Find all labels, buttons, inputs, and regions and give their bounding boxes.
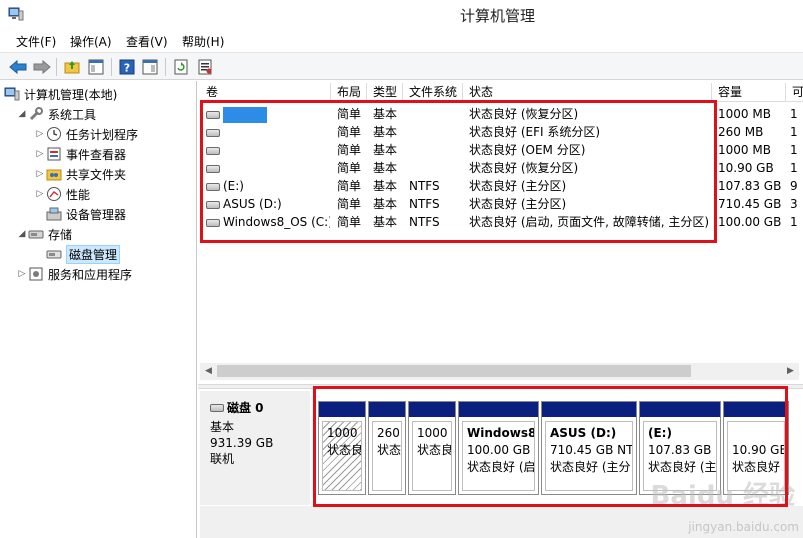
disk-management-icon: [46, 250, 62, 259]
help-icon[interactable]: ?: [117, 57, 137, 77]
disk-name: 磁盘 0: [227, 401, 264, 415]
collapsed-arrow-icon[interactable]: ▷: [16, 269, 28, 279]
storage-icon: [28, 230, 44, 239]
navigation-tree: 计算机管理(本地) ◢ 系统工具 ▷ 任务计划程序 ▷ 事件查看器 ▷ 共享文件…: [0, 81, 197, 538]
scroll-left-icon[interactable]: ◀: [200, 363, 217, 380]
collapsed-arrow-icon[interactable]: ▷: [34, 189, 46, 199]
system-tools-icon: [29, 107, 43, 121]
services-icon: [29, 267, 43, 281]
highlight-box-volumes: [200, 100, 717, 243]
expanded-arrow-icon[interactable]: ◢: [16, 229, 28, 239]
event-viewer-icon: [47, 147, 61, 161]
expanded-arrow-icon[interactable]: ◢: [16, 109, 28, 119]
tree-item-shared-folders[interactable]: ▷ 共享文件夹: [34, 164, 126, 184]
horizontal-scrollbar[interactable]: ◀ ▶: [200, 363, 799, 380]
tree-item-task-scheduler[interactable]: ▷ 任务计划程序: [34, 124, 138, 144]
tree-item-services-apps[interactable]: ▷ 服务和应用程序: [16, 264, 132, 284]
action-pane-icon[interactable]: [140, 57, 160, 77]
tree-item-device-manager[interactable]: 设备管理器: [46, 204, 126, 224]
scrollbar-thumb[interactable]: [217, 365, 691, 377]
disk-icon: [210, 403, 224, 412]
svg-text:?: ?: [124, 62, 130, 75]
toolbar: ?: [0, 52, 803, 80]
menu-bar: 文件(F) 操作(A) 查看(V) 帮助(H): [0, 30, 803, 52]
show-hide-tree-icon[interactable]: [86, 57, 106, 77]
disk-state: 联机: [210, 452, 235, 466]
column-header-capacity[interactable]: 容量: [712, 83, 786, 102]
menu-file[interactable]: 文件(F): [16, 33, 56, 50]
tree-item-event-viewer[interactable]: ▷ 事件查看器: [34, 144, 126, 164]
title-bar: 计算机管理: [0, 0, 803, 30]
disk-0-info[interactable]: 磁盘 0 基本 931.39 GB 联机: [200, 391, 310, 505]
disk-management-pane: 卷 布局 类型 文件系统 状态 容量 可 简单 基本 状态良好 (恢复分区) 1…: [198, 81, 803, 538]
performance-icon: [47, 187, 61, 201]
menu-help[interactable]: 帮助(H): [182, 33, 224, 50]
disk-size: 931.39 GB: [210, 436, 274, 450]
collapsed-arrow-icon[interactable]: ▷: [34, 129, 46, 139]
highlight-box-partitions: [313, 386, 788, 507]
disk-type: 基本: [210, 420, 235, 434]
tree-item-storage[interactable]: ◢ 存储: [16, 224, 72, 244]
collapsed-arrow-icon[interactable]: ▷: [34, 169, 46, 179]
column-header-free[interactable]: 可: [786, 83, 803, 102]
device-manager-icon: [46, 207, 62, 221]
window-title: 计算机管理: [459, 7, 535, 25]
refresh-icon[interactable]: [171, 57, 191, 77]
tree-item-computer-management[interactable]: 计算机管理(本地): [4, 84, 117, 104]
watermark-url: jingyan.baidu.com: [688, 520, 799, 534]
tree-item-system-tools[interactable]: ◢ 系统工具: [16, 104, 96, 124]
up-folder-icon[interactable]: [62, 57, 82, 77]
forward-arrow-icon[interactable]: [32, 57, 52, 77]
computer-management-icon: [4, 87, 20, 101]
shared-folder-icon: [46, 169, 62, 181]
clock-icon: [47, 127, 61, 141]
properties-icon[interactable]: [195, 57, 215, 77]
volume-list: 卷 布局 类型 文件系统 状态 容量 可 简单 基本 状态良好 (恢复分区) 1…: [200, 83, 803, 368]
tree-item-performance[interactable]: ▷ 性能: [34, 184, 90, 204]
menu-action[interactable]: 操作(A): [70, 33, 112, 50]
back-arrow-icon[interactable]: [8, 57, 28, 77]
menu-view[interactable]: 查看(V): [126, 33, 168, 50]
collapsed-arrow-icon[interactable]: ▷: [34, 149, 46, 159]
tree-item-disk-management[interactable]: 磁盘管理: [46, 244, 121, 264]
scroll-right-icon[interactable]: ▶: [782, 363, 799, 380]
